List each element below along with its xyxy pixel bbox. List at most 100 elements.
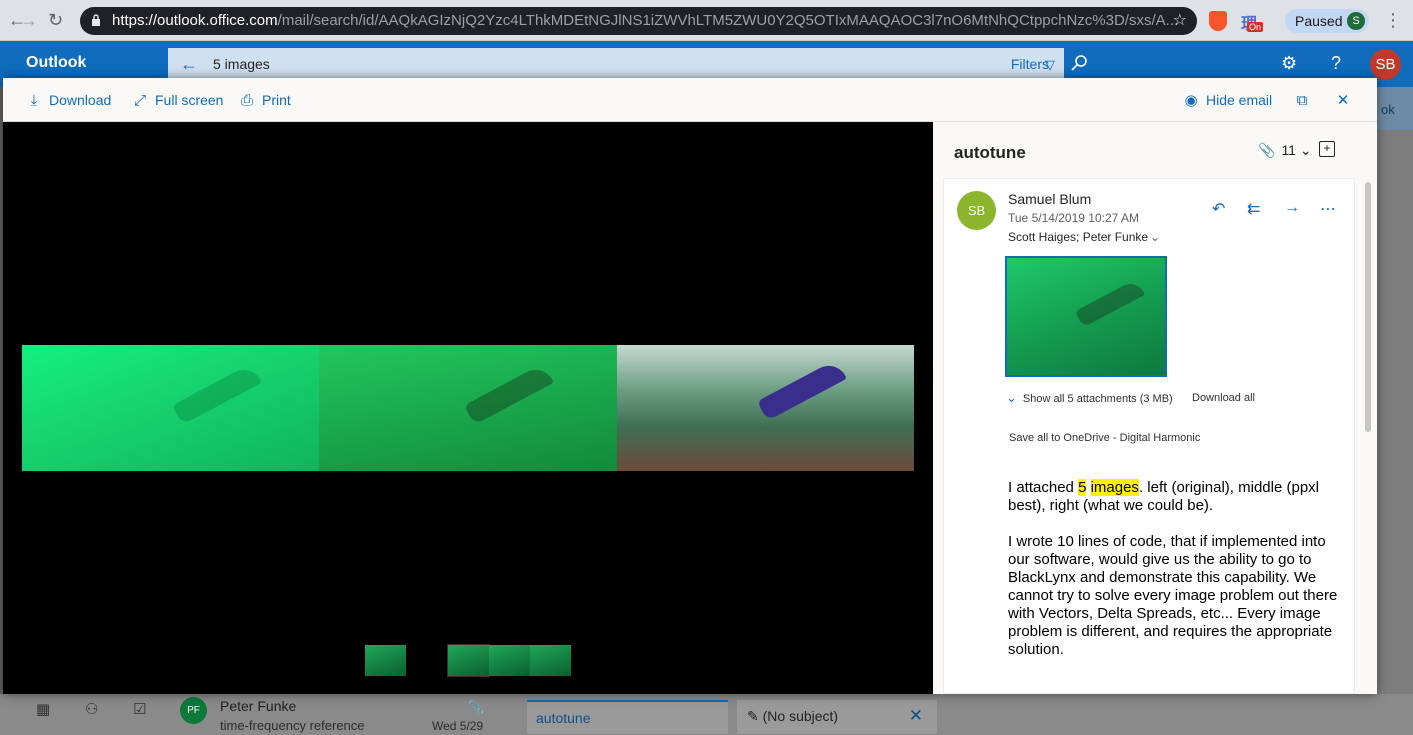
- popout-button[interactable]: ⧉: [1293, 90, 1317, 110]
- thumbnail[interactable]: [365, 645, 406, 676]
- tab-no-subject-label: (No subject): [762, 708, 839, 724]
- fullscreen-label: Full screen: [155, 92, 224, 108]
- search-back-icon[interactable]: ←: [180, 54, 198, 75]
- settings-gear-icon[interactable]: ⚙: [1281, 53, 1297, 74]
- print-label: Print: [262, 92, 291, 108]
- image-preview[interactable]: [22, 345, 914, 471]
- expand-icon[interactable]: +: [1319, 141, 1335, 157]
- search-input[interactable]: 5 images: [213, 56, 270, 72]
- save-to-onedrive-link[interactable]: Save all to OneDrive - Digital Harmonic: [1009, 432, 1200, 444]
- sender-avatar: SB: [957, 191, 996, 230]
- tab-autotune[interactable]: autotune: [527, 700, 728, 734]
- sent-date: Tue 5/14/2019 10:27 AM: [1008, 211, 1139, 225]
- funnel-icon: ▽: [1045, 57, 1055, 72]
- forward-icon[interactable]: →: [1284, 199, 1300, 217]
- paperclip-icon: 📎: [1258, 142, 1276, 158]
- scrollbar[interactable]: [1365, 182, 1371, 432]
- tasks-icon[interactable]: ☑: [133, 700, 151, 718]
- double-chevron-down-icon: ⌄: [1006, 390, 1017, 405]
- right-strip: ok: [1377, 87, 1413, 694]
- download-label: Download: [49, 92, 112, 108]
- printer-icon: ⎙: [240, 92, 253, 109]
- list-item-sender[interactable]: Peter Funke: [220, 698, 296, 714]
- search-box[interactable]: ← 5 images Filters ▽: [168, 48, 1094, 80]
- hide-email-button[interactable]: ◉ Hide email: [1182, 90, 1272, 110]
- preview-left-original: [22, 345, 319, 471]
- viewer-toolbar: ⤓ Download ⤢ Full screen ⎙ Print ◉ Hide emai…: [3, 78, 1377, 122]
- search-button[interactable]: [1064, 48, 1094, 80]
- forward-icon[interactable]: →: [20, 10, 38, 30]
- close-viewer-button[interactable]: ✕: [1334, 90, 1358, 110]
- thumbnail[interactable]: [489, 645, 530, 676]
- extension-badge: On: [1247, 22, 1264, 32]
- bookmark-star-icon[interactable]: ☆: [1173, 7, 1187, 35]
- list-item-date: Wed 5/29: [432, 719, 484, 733]
- preview-right: [617, 345, 914, 471]
- message-body: I attached 5 images. left (original), mi…: [1008, 479, 1338, 677]
- search-icon: [1071, 55, 1087, 71]
- list-item-avatar: PF: [180, 697, 207, 724]
- browser-menu-icon[interactable]: ⋮: [1384, 10, 1402, 31]
- tab-no-subject[interactable]: ✎ (No subject) ✕: [737, 700, 937, 734]
- show-all-attachments-link[interactable]: ⌄ Show all 5 attachments (3 MB): [1006, 390, 1173, 406]
- reply-icon[interactable]: ↶: [1212, 199, 1225, 219]
- lock-icon: [92, 14, 100, 26]
- help-icon[interactable]: ?: [1331, 53, 1341, 74]
- url-path: /mail/search/id/AAQkAGIzNjQ2Yzc4LThkMDEt…: [277, 12, 1179, 29]
- email-subject: autotune: [954, 143, 1026, 162]
- body-paragraph: I attached 5 images. left (original), mi…: [1008, 479, 1338, 515]
- fullscreen-icon: ⤢: [133, 92, 146, 109]
- thread-count[interactable]: 📎 11 ⌄: [1258, 142, 1312, 159]
- image-stage: [3, 122, 933, 694]
- more-actions-icon[interactable]: ⋯: [1320, 199, 1336, 219]
- thumbnail[interactable]: [530, 645, 571, 676]
- brave-shield-icon[interactable]: [1209, 11, 1227, 31]
- chevron-down-icon: ⌄: [1299, 142, 1312, 158]
- profile-status-label: Paused: [1295, 13, 1343, 29]
- popout-icon: ⧉: [1296, 92, 1308, 109]
- calendar-icon[interactable]: ▦: [36, 700, 54, 718]
- recipients-list: Scott Haiges; Peter Funke: [1008, 230, 1149, 244]
- pencil-icon: ✎: [747, 708, 763, 724]
- chevron-down-icon[interactable]: ⌄: [1150, 230, 1160, 244]
- close-tab-icon[interactable]: ✕: [909, 706, 923, 726]
- thumbnail[interactable]: [447, 644, 490, 677]
- reload-icon[interactable]: ↻: [48, 10, 63, 30]
- bottom-bar: ▦ ⚇ ☑ PF Peter Funke time-frequency refe…: [0, 694, 1413, 735]
- user-avatar[interactable]: SB: [1370, 49, 1401, 80]
- email-pane: autotune 📎 11 ⌄ + SB Samuel Blum Tue 5/14…: [933, 122, 1377, 694]
- submarine-shape: [464, 363, 554, 425]
- right-strip-tab[interactable]: ok: [1377, 87, 1413, 130]
- hide-email-label: Hide email: [1206, 92, 1273, 108]
- people-icon[interactable]: ⚇: [85, 700, 103, 718]
- address-bar[interactable]: https://outlook.office.com/mail/search/i…: [80, 7, 1197, 35]
- submarine-shape: [1074, 278, 1146, 328]
- sender-name[interactable]: Samuel Blum: [1008, 191, 1091, 207]
- eye-hide-icon: ◉: [1184, 92, 1198, 109]
- message-card: SB Samuel Blum Tue 5/14/2019 10:27 AM Sc…: [943, 178, 1355, 694]
- profile-avatar: S: [1347, 12, 1365, 30]
- attachment-icon: 📎: [468, 700, 485, 715]
- download-all-link[interactable]: Download all: [1192, 392, 1255, 404]
- body-text: [1086, 479, 1090, 496]
- download-button[interactable]: ⤓ Download: [25, 90, 112, 110]
- submarine-shape: [757, 359, 847, 421]
- profile-button[interactable]: Paused S: [1285, 9, 1369, 33]
- download-icon: ⤓: [30, 92, 38, 109]
- attachment-thumbnail[interactable]: [1005, 256, 1167, 377]
- recipients[interactable]: Scott Haiges; Peter Funke ⌄: [1008, 230, 1160, 244]
- browser-toolbar: ← → ↻ https://outlook.office.com/mail/se…: [0, 0, 1413, 41]
- show-all-label: Show all 5 attachments (3 MB): [1022, 393, 1173, 405]
- preview-middle: [319, 345, 617, 471]
- extension-icon[interactable]: 理 On: [1241, 10, 1265, 34]
- attachment-viewer: ⤓ Download ⤢ Full screen ⎙ Print ◉ Hide emai…: [3, 78, 1377, 694]
- list-item-subject[interactable]: time-frequency reference: [220, 718, 365, 733]
- search-highlight: images: [1090, 479, 1139, 496]
- reply-all-icon[interactable]: ⇇: [1247, 199, 1260, 219]
- print-button[interactable]: ⎙ Print: [238, 90, 291, 110]
- url-host: https://outlook.office.com: [112, 12, 278, 29]
- thumbnail-strip: [365, 644, 575, 677]
- body-text: I attached: [1008, 479, 1079, 496]
- fullscreen-button[interactable]: ⤢ Full screen: [131, 90, 223, 110]
- filters-button[interactable]: Filters: [1011, 56, 1049, 72]
